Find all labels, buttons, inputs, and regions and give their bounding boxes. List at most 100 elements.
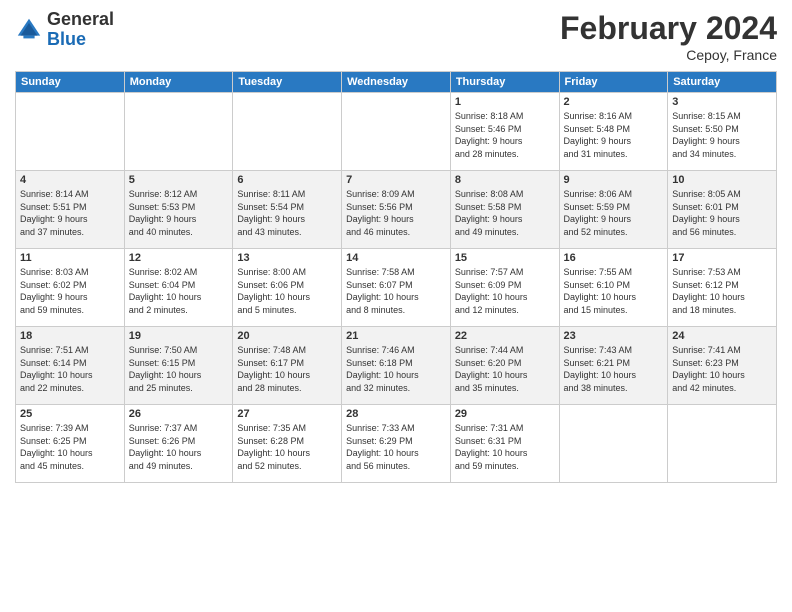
table-row: 10 Sunrise: 8:05 AM Sunset: 6:01 PM Dayli… xyxy=(668,171,777,249)
day-number: 8 xyxy=(455,174,555,186)
day-number: 24 xyxy=(672,330,772,342)
calendar-header-row: Sunday Monday Tuesday Wednesday Thursday… xyxy=(16,72,777,93)
day-number: 5 xyxy=(129,174,229,186)
table-row: 26 Sunrise: 7:37 AM Sunset: 6:26 PM Dayli… xyxy=(124,405,233,483)
day-info: Sunrise: 7:41 AM Sunset: 6:23 PM Dayligh… xyxy=(672,344,772,394)
title-location: Cepoy, France xyxy=(560,47,777,63)
day-info: Sunrise: 7:46 AM Sunset: 6:18 PM Dayligh… xyxy=(346,344,446,394)
day-info: Sunrise: 8:16 AM Sunset: 5:48 PM Dayligh… xyxy=(564,110,664,160)
day-number: 1 xyxy=(455,96,555,108)
col-wednesday: Wednesday xyxy=(342,72,451,93)
week-row-1: 4Sunrise: 8:14 AM Sunset: 5:51 PM Daylig… xyxy=(16,171,777,249)
table-row: 6Sunrise: 8:11 AM Sunset: 5:54 PM Daylig… xyxy=(233,171,342,249)
day-number: 27 xyxy=(237,408,337,420)
day-info: Sunrise: 7:51 AM Sunset: 6:14 PM Dayligh… xyxy=(20,344,120,394)
day-info: Sunrise: 7:35 AM Sunset: 6:28 PM Dayligh… xyxy=(237,422,337,472)
title-block: February 2024 Cepoy, France xyxy=(560,10,777,63)
logo: General Blue xyxy=(15,10,114,50)
day-number: 14 xyxy=(346,252,446,264)
day-info: Sunrise: 7:48 AM Sunset: 6:17 PM Dayligh… xyxy=(237,344,337,394)
table-row: 4Sunrise: 8:14 AM Sunset: 5:51 PM Daylig… xyxy=(16,171,125,249)
week-row-2: 11Sunrise: 8:03 AM Sunset: 6:02 PM Dayli… xyxy=(16,249,777,327)
table-row: 14 Sunrise: 7:58 AM Sunset: 6:07 PM Dayli… xyxy=(342,249,451,327)
table-row xyxy=(16,93,125,171)
day-number: 26 xyxy=(129,408,229,420)
day-info: Sunrise: 8:05 AM Sunset: 6:01 PM Dayligh… xyxy=(672,188,772,238)
table-row: 21 Sunrise: 7:46 AM Sunset: 6:18 PM Dayli… xyxy=(342,327,451,405)
col-friday: Friday xyxy=(559,72,668,93)
logo-blue-text: Blue xyxy=(47,29,86,49)
day-info: Sunrise: 8:15 AM Sunset: 5:50 PM Dayligh… xyxy=(672,110,772,160)
table-row: 28 Sunrise: 7:33 AM Sunset: 6:29 PM Dayli… xyxy=(342,405,451,483)
table-row: 17 Sunrise: 7:53 AM Sunset: 6:12 PM Dayli… xyxy=(668,249,777,327)
col-sunday: Sunday xyxy=(16,72,125,93)
day-number: 16 xyxy=(564,252,664,264)
day-info: Sunrise: 7:31 AM Sunset: 6:31 PM Dayligh… xyxy=(455,422,555,472)
week-row-3: 18 Sunrise: 7:51 AM Sunset: 6:14 PM Dayli… xyxy=(16,327,777,405)
table-row xyxy=(559,405,668,483)
day-number: 10 xyxy=(672,174,772,186)
table-row xyxy=(233,93,342,171)
header: General Blue February 2024 Cepoy, France xyxy=(15,10,777,63)
day-number: 25 xyxy=(20,408,120,420)
table-row: 29 Sunrise: 7:31 AM Sunset: 6:31 PM Dayli… xyxy=(450,405,559,483)
day-info: Sunrise: 7:50 AM Sunset: 6:15 PM Dayligh… xyxy=(129,344,229,394)
day-info: Sunrise: 8:08 AM Sunset: 5:58 PM Dayligh… xyxy=(455,188,555,238)
table-row xyxy=(124,93,233,171)
day-number: 29 xyxy=(455,408,555,420)
table-row: 1Sunrise: 8:18 AM Sunset: 5:46 PM Daylig… xyxy=(450,93,559,171)
day-number: 22 xyxy=(455,330,555,342)
day-info: Sunrise: 8:09 AM Sunset: 5:56 PM Dayligh… xyxy=(346,188,446,238)
day-number: 13 xyxy=(237,252,337,264)
day-number: 19 xyxy=(129,330,229,342)
table-row: 13Sunrise: 8:00 AM Sunset: 6:06 PM Dayli… xyxy=(233,249,342,327)
day-info: Sunrise: 7:53 AM Sunset: 6:12 PM Dayligh… xyxy=(672,266,772,316)
day-number: 7 xyxy=(346,174,446,186)
day-number: 18 xyxy=(20,330,120,342)
table-row: 20 Sunrise: 7:48 AM Sunset: 6:17 PM Dayli… xyxy=(233,327,342,405)
table-row: 7 Sunrise: 8:09 AM Sunset: 5:56 PM Daylig… xyxy=(342,171,451,249)
col-tuesday: Tuesday xyxy=(233,72,342,93)
col-thursday: Thursday xyxy=(450,72,559,93)
col-monday: Monday xyxy=(124,72,233,93)
table-row: 27 Sunrise: 7:35 AM Sunset: 6:28 PM Dayli… xyxy=(233,405,342,483)
table-row: 5Sunrise: 8:12 AM Sunset: 5:53 PM Daylig… xyxy=(124,171,233,249)
table-row: 9Sunrise: 8:06 AM Sunset: 5:59 PM Daylig… xyxy=(559,171,668,249)
title-month: February 2024 xyxy=(560,10,777,47)
logo-icon xyxy=(15,16,43,44)
day-number: 6 xyxy=(237,174,337,186)
table-row: 24 Sunrise: 7:41 AM Sunset: 6:23 PM Dayli… xyxy=(668,327,777,405)
col-saturday: Saturday xyxy=(668,72,777,93)
table-row: 3Sunrise: 8:15 AM Sunset: 5:50 PM Daylig… xyxy=(668,93,777,171)
day-info: Sunrise: 8:06 AM Sunset: 5:59 PM Dayligh… xyxy=(564,188,664,238)
day-info: Sunrise: 7:55 AM Sunset: 6:10 PM Dayligh… xyxy=(564,266,664,316)
week-row-0: 1Sunrise: 8:18 AM Sunset: 5:46 PM Daylig… xyxy=(16,93,777,171)
day-info: Sunrise: 7:37 AM Sunset: 6:26 PM Dayligh… xyxy=(129,422,229,472)
day-number: 23 xyxy=(564,330,664,342)
day-number: 17 xyxy=(672,252,772,264)
day-info: Sunrise: 7:44 AM Sunset: 6:20 PM Dayligh… xyxy=(455,344,555,394)
table-row xyxy=(668,405,777,483)
day-info: Sunrise: 7:57 AM Sunset: 6:09 PM Dayligh… xyxy=(455,266,555,316)
table-row: 8 Sunrise: 8:08 AM Sunset: 5:58 PM Daylig… xyxy=(450,171,559,249)
calendar-table: Sunday Monday Tuesday Wednesday Thursday… xyxy=(15,71,777,483)
day-number: 21 xyxy=(346,330,446,342)
day-number: 2 xyxy=(564,96,664,108)
day-info: Sunrise: 7:33 AM Sunset: 6:29 PM Dayligh… xyxy=(346,422,446,472)
table-row: 25Sunrise: 7:39 AM Sunset: 6:25 PM Dayli… xyxy=(16,405,125,483)
table-row: 19 Sunrise: 7:50 AM Sunset: 6:15 PM Dayli… xyxy=(124,327,233,405)
page: General Blue February 2024 Cepoy, France… xyxy=(0,0,792,612)
table-row: 23Sunrise: 7:43 AM Sunset: 6:21 PM Dayli… xyxy=(559,327,668,405)
logo-general-text: General xyxy=(47,9,114,29)
day-info: Sunrise: 8:03 AM Sunset: 6:02 PM Dayligh… xyxy=(20,266,120,316)
day-number: 20 xyxy=(237,330,337,342)
day-number: 28 xyxy=(346,408,446,420)
week-row-4: 25Sunrise: 7:39 AM Sunset: 6:25 PM Dayli… xyxy=(16,405,777,483)
table-row: 22 Sunrise: 7:44 AM Sunset: 6:20 PM Dayli… xyxy=(450,327,559,405)
table-row: 12Sunrise: 8:02 AM Sunset: 6:04 PM Dayli… xyxy=(124,249,233,327)
day-info: Sunrise: 7:58 AM Sunset: 6:07 PM Dayligh… xyxy=(346,266,446,316)
table-row: 15Sunrise: 7:57 AM Sunset: 6:09 PM Dayli… xyxy=(450,249,559,327)
table-row: 16 Sunrise: 7:55 AM Sunset: 6:10 PM Dayli… xyxy=(559,249,668,327)
table-row: 11Sunrise: 8:03 AM Sunset: 6:02 PM Dayli… xyxy=(16,249,125,327)
logo-text: General Blue xyxy=(47,10,114,50)
